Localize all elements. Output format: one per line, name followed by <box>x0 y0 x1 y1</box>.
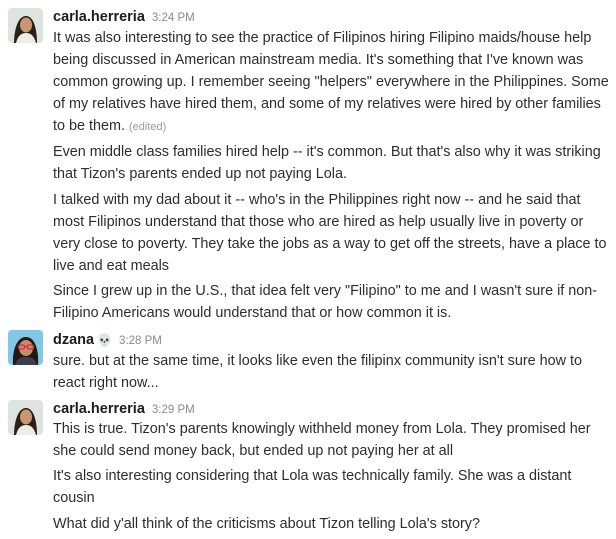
avatar-image <box>8 330 43 365</box>
message-text: This is true. Tizon's parents knowingly … <box>53 421 591 459</box>
message-body: It was also interesting to see the pract… <box>53 30 609 134</box>
avatar-image <box>8 400 43 435</box>
message-header: carla.herreria 3:29 PM <box>53 399 195 419</box>
message-text: sure. but at the same time, it looks lik… <box>53 353 583 391</box>
message-text: Since I grew up in the U.S., that idea f… <box>53 283 598 321</box>
timestamp[interactable]: 3:28 PM <box>119 335 162 347</box>
message-text: What did y'all think of the criticisms a… <box>53 516 481 532</box>
message-text: It's also interesting considering that L… <box>53 468 572 506</box>
timestamp[interactable]: 3:29 PM <box>152 404 195 416</box>
avatar-image <box>8 8 43 43</box>
avatar[interactable] <box>8 8 43 43</box>
edited-label: (edited) <box>129 121 167 133</box>
skull-icon: 💀 <box>97 333 113 347</box>
message-text: I talked with my dad about it -- who's i… <box>53 192 607 274</box>
avatar[interactable] <box>8 330 43 365</box>
sender-name[interactable]: dzana <box>53 332 94 348</box>
message-text: Even middle class families hired help --… <box>53 144 601 182</box>
message-header: carla.herreria 3:24 PM <box>53 7 195 27</box>
message-text: It was also interesting to see the pract… <box>53 27 609 138</box>
message-header: dzana 💀 3:28 PM <box>53 330 162 350</box>
sender-name[interactable]: carla.herreria <box>53 9 145 25</box>
sender-name[interactable]: carla.herreria <box>53 401 145 417</box>
avatar[interactable] <box>8 400 43 435</box>
timestamp[interactable]: 3:24 PM <box>152 12 195 24</box>
